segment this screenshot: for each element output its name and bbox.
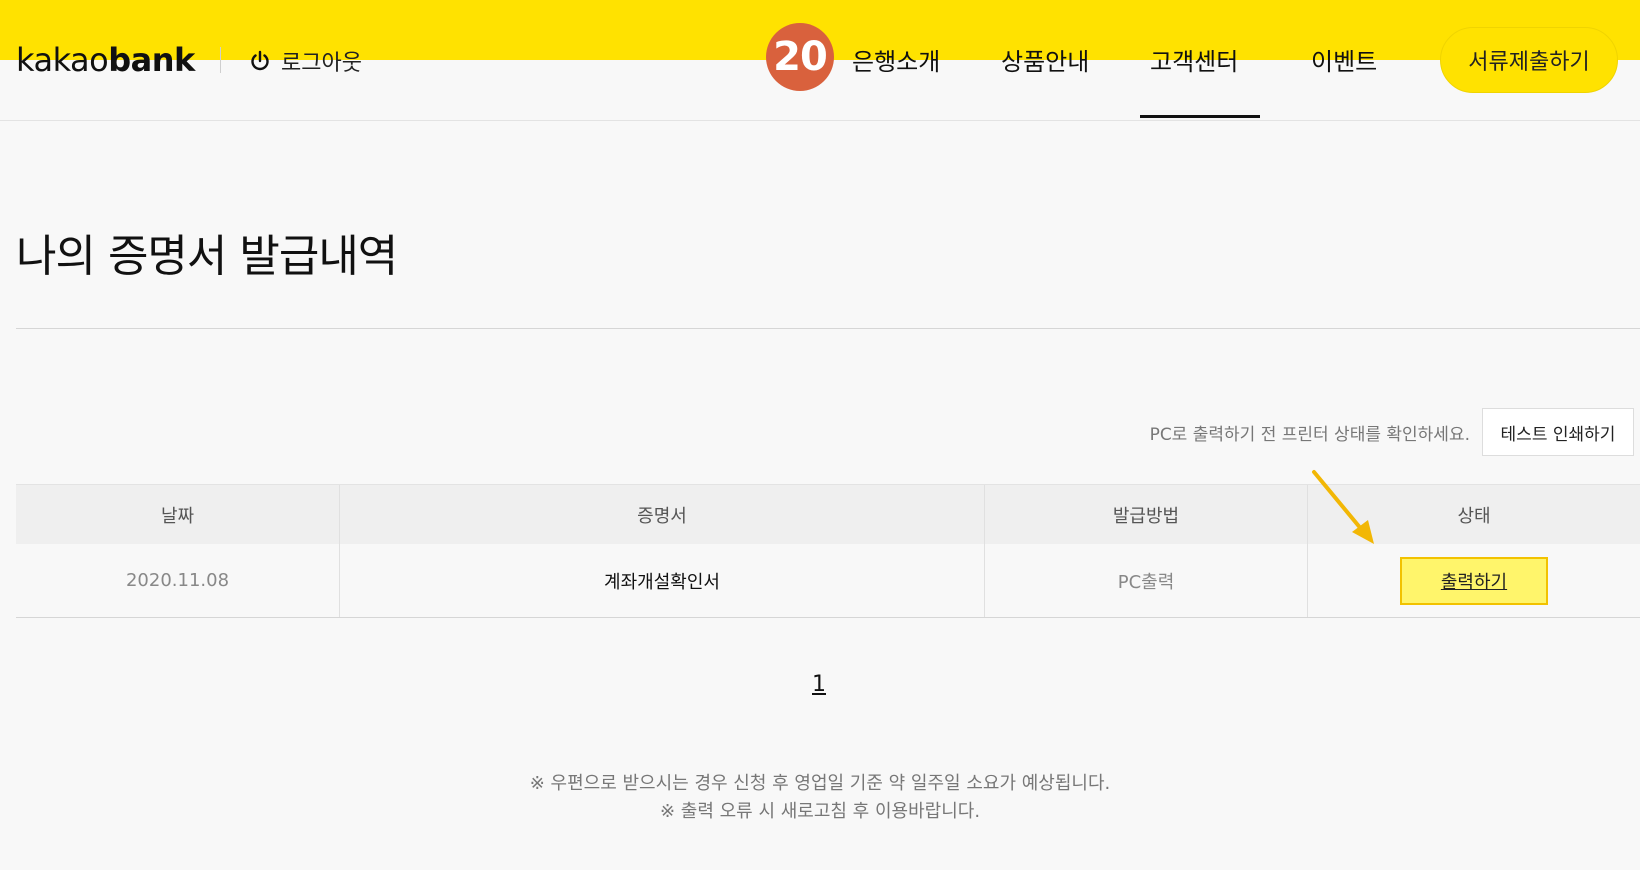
cell-certificate: 계좌개설확인서 (340, 544, 985, 617)
cell-date: 2020.11.08 (16, 544, 340, 617)
page-title: 나의 증명서 발급내역 (16, 231, 398, 282)
column-header-method: 발급방법 (985, 485, 1308, 544)
table-row: 2020.11.08 계좌개설확인서 PC출력 출력하기 (16, 544, 1640, 618)
column-header-certificate: 증명서 (340, 485, 985, 544)
printer-notice: PC로 출력하기 전 프린터 상태를 확인하세요. (1149, 425, 1470, 445)
title-divider (16, 328, 1640, 329)
certificate-table: 날짜 증명서 발급방법 상태 2020.11.08 계좌개설확인서 PC출력 출… (16, 484, 1640, 618)
test-print-button[interactable]: 테스트 인쇄하기 (1482, 408, 1634, 456)
nav-active-indicator (1140, 115, 1260, 118)
cell-method: PC출력 (985, 544, 1308, 617)
logout-button[interactable]: 로그아웃 (249, 45, 362, 77)
footnote-line: ※ 우편으로 받으시는 경우 신청 후 영업일 기준 약 일주일 소요가 예상됩… (529, 773, 1111, 794)
nav-item-customer-center[interactable]: 고객센터 (1150, 42, 1238, 77)
nav-item-events[interactable]: 이벤트 (1311, 42, 1377, 77)
print-button[interactable]: 출력하기 (1400, 556, 1548, 605)
footnote-line: ※ 출력 오류 시 새로고침 후 이용바랍니다. (659, 801, 981, 822)
pagination-page[interactable]: 1 (812, 672, 826, 697)
table-header-row: 날짜 증명서 발급방법 상태 (16, 484, 1640, 544)
logo-separator (220, 47, 221, 73)
submit-documents-button[interactable]: 서류제출하기 (1440, 27, 1618, 93)
cell-status: 출력하기 (1308, 544, 1640, 617)
column-header-date: 날짜 (16, 485, 340, 544)
kakaobank-logo[interactable]: kakaobank (16, 40, 195, 80)
arrow-icon (1312, 470, 1374, 544)
nav-item-products[interactable]: 상품안내 (1001, 42, 1089, 77)
power-icon (251, 50, 269, 71)
step-number-badge: 20 (766, 23, 834, 91)
logout-label: 로그아웃 (281, 51, 362, 76)
footnotes: ※ 우편으로 받으시는 경우 신청 후 영업일 기준 약 일주일 소요가 예상됩… (0, 770, 1640, 826)
nav-item-about[interactable]: 은행소개 (852, 42, 940, 77)
header-divider (0, 120, 1640, 121)
